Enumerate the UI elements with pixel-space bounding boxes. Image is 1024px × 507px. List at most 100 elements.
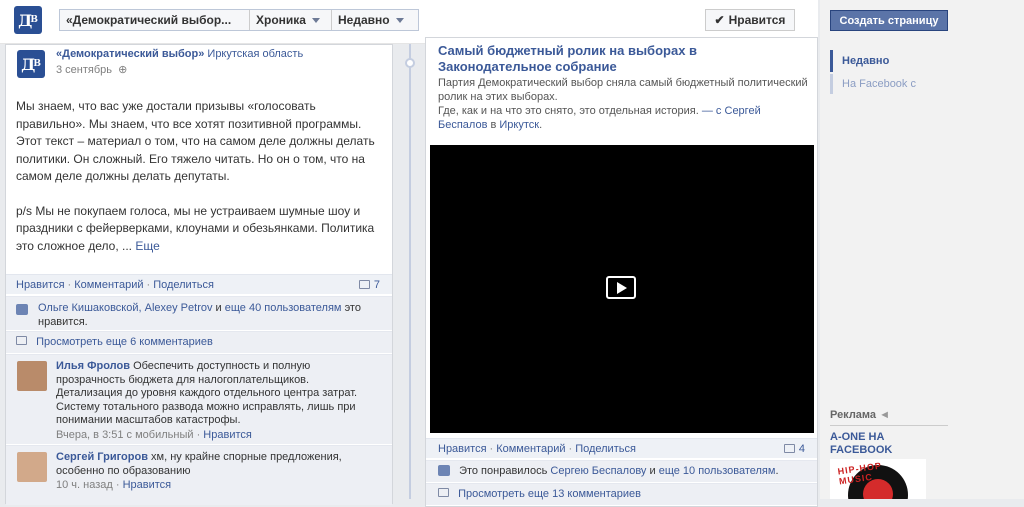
comment-meta: 10 ч. назад (56, 479, 113, 491)
comment-like-link[interactable]: Нравится (123, 479, 172, 491)
ads-header: Реклама ◄ (830, 409, 948, 426)
separator-dot: · (489, 442, 494, 455)
chevron-down-icon (395, 17, 404, 23)
likes-summary-text: Ольге Кишаковской, Alexey Petrov и еще 4… (38, 301, 382, 329)
timeline-menu[interactable]: Хроника (250, 10, 332, 30)
comment-count[interactable]: 7 (358, 278, 380, 291)
post-paragraph-text: p/s Мы не покупаем голоса, мы не устраив… (16, 203, 375, 253)
post-paragraph: Мы знаем, что вас уже достали призывы «г… (16, 99, 375, 183)
comment-author-link[interactable]: Илья Фролов (56, 360, 130, 372)
post-date-line: 3 сентябрь ⊕ (56, 63, 127, 76)
nav-indicator (830, 74, 833, 94)
nav-facebook-label: На Facebook с (842, 78, 916, 90)
page-like-button[interactable]: ✔ Нравится (705, 9, 795, 31)
with-prefix: — с (701, 105, 722, 117)
post-author-line: «Демократический выбор» Иркутская област… (56, 48, 386, 60)
post-author-link[interactable]: «Демократический выбор» (56, 48, 204, 60)
comment-count-value: 7 (373, 278, 380, 291)
comment-link[interactable]: Комментарий (496, 443, 565, 455)
timeline-dot (405, 58, 415, 68)
likes-others-link[interactable]: еще 10 пользователям (659, 465, 776, 477)
comment-count-value: 4 (798, 442, 805, 455)
separator-dot: · (115, 479, 120, 491)
timeline-menu-label: Хроника (256, 13, 306, 27)
share-link[interactable]: Поделиться (153, 279, 214, 291)
ad-title-link[interactable]: A-ONE НА FACEBOOK (830, 431, 892, 456)
separator-dot: · (196, 428, 201, 441)
comment-link[interactable]: Комментарий (74, 279, 143, 291)
nav-recent-label: Недавно (842, 55, 890, 67)
ad-icon[interactable]: ◄ (879, 409, 890, 421)
right-sidebar: Создать страницу Недавно На Facebook с Р… (820, 0, 1024, 499)
separator-dot: · (568, 442, 573, 455)
nav-facebook-since[interactable]: На Facebook с (842, 78, 916, 90)
comment-icon (358, 280, 370, 289)
likes-summary-row: Ольге Кишаковской, Alexey Petrov и еще 4… (6, 296, 392, 330)
view-more-comments-row[interactable]: Просмотреть еще 6 комментариев (6, 331, 392, 353)
right-post-card: Самый бюджетный ролик на выборах в Закон… (425, 37, 818, 507)
ad-image[interactable]: HIP-HOP MUSIC (830, 459, 926, 499)
page-selector[interactable]: «Демократический выбор... (60, 10, 250, 30)
see-more-link[interactable]: Еще (135, 239, 159, 253)
view-more-comments-row[interactable]: Просмотреть еще 13 комментариев (426, 483, 817, 505)
page-logo-icon[interactable]: ДВ (14, 6, 42, 34)
view-more-comments-link[interactable]: Просмотреть еще 13 комментариев (458, 488, 641, 500)
likes-prefix: Это понравилось (459, 465, 548, 477)
ad-title[interactable]: A-ONE НА FACEBOOK (830, 431, 930, 457)
comment-icon (783, 444, 795, 453)
video-title-link[interactable]: Самый бюджетный ролик на выборах в Закон… (438, 43, 697, 74)
page-selector-group: «Демократический выбор... Хроника Недавн… (59, 9, 419, 31)
likes-summary-row: Это понравилось Сергею Беспалову и еще 1… (426, 460, 817, 482)
chevron-down-icon (311, 17, 320, 23)
comment-body: Сергей Григоров хм, ну крайне спорные пр… (56, 451, 366, 493)
post-author-avatar[interactable]: ДВ (17, 50, 45, 78)
page-like-label: Нравится (728, 13, 786, 27)
video-player[interactable] (430, 145, 814, 433)
comment-body: Илья Фролов Обеспечить доступность и пол… (56, 360, 366, 442)
comment-icon (16, 336, 27, 345)
comment-meta: Вчера, в 3:51 с мобильный (56, 428, 194, 441)
separator-dot: · (146, 278, 151, 291)
page-selector-label: «Демократический выбор... (66, 13, 232, 27)
create-page-button[interactable]: Создать страницу (830, 10, 948, 31)
like-link[interactable]: Нравится (16, 279, 65, 291)
play-icon[interactable] (606, 276, 636, 299)
checkmark-icon: ✔ (714, 13, 725, 27)
post-location-link[interactable]: Иркутская область (207, 48, 303, 60)
in-word: в (490, 119, 497, 131)
likes-person-link[interactable]: Сергею Беспалову (550, 465, 646, 477)
commenter-avatar[interactable] (17, 452, 47, 482)
video-description-line: Где, как и на что это снято, это отдельн… (438, 105, 761, 131)
likes-and: и (215, 302, 222, 314)
place-link[interactable]: Иркутск (499, 119, 539, 131)
post-paragraph: p/s Мы не покупаем голоса, мы не устраив… (16, 203, 386, 256)
post-date[interactable]: 3 сентябрь (56, 64, 112, 76)
video-description: Партия Демократический выбор сняла самый… (438, 76, 808, 132)
create-page-label: Создать страницу (839, 14, 939, 27)
video-description-line: Партия Демократический выбор сняла самый… (438, 77, 808, 103)
timeline-spine (409, 44, 411, 499)
share-link[interactable]: Поделиться (575, 443, 636, 455)
post-body: Мы знаем, что вас уже достали призывы «г… (16, 98, 386, 255)
likes-names-link[interactable]: Ольге Кишаковской, Alexey Petrov (38, 302, 212, 314)
video-title[interactable]: Самый бюджетный ролик на выборах в Закон… (438, 43, 798, 75)
comment-like-link[interactable]: Нравится (203, 429, 252, 441)
nav-recent[interactable]: Недавно (842, 55, 889, 67)
globe-icon: ⊕ (118, 64, 128, 76)
video-description-text: Где, как и на что это снято, это отдельн… (438, 105, 699, 117)
separator-dot: · (67, 278, 72, 291)
comment-item: Илья Фролов Обеспечить доступность и пол… (6, 354, 392, 444)
comment-count[interactable]: 4 (783, 442, 805, 455)
recent-menu-label: Недавно (338, 13, 390, 27)
comment-item: Сергей Григоров хм, ну крайне спорные пр… (6, 445, 392, 505)
view-more-comments-link[interactable]: Просмотреть еще 6 комментариев (36, 336, 213, 348)
recent-menu[interactable]: Недавно (332, 10, 418, 30)
comment-icon (438, 488, 449, 497)
thumb-up-icon (16, 304, 28, 315)
video-action-bar: Нравится · Комментарий · Поделиться 4 (426, 438, 817, 458)
commenter-avatar[interactable] (17, 361, 47, 391)
thumb-up-icon (438, 465, 450, 476)
likes-others-link[interactable]: еще 40 пользователям (225, 302, 342, 314)
comment-author-link[interactable]: Сергей Григоров (56, 451, 148, 463)
like-link[interactable]: Нравится (438, 443, 487, 455)
